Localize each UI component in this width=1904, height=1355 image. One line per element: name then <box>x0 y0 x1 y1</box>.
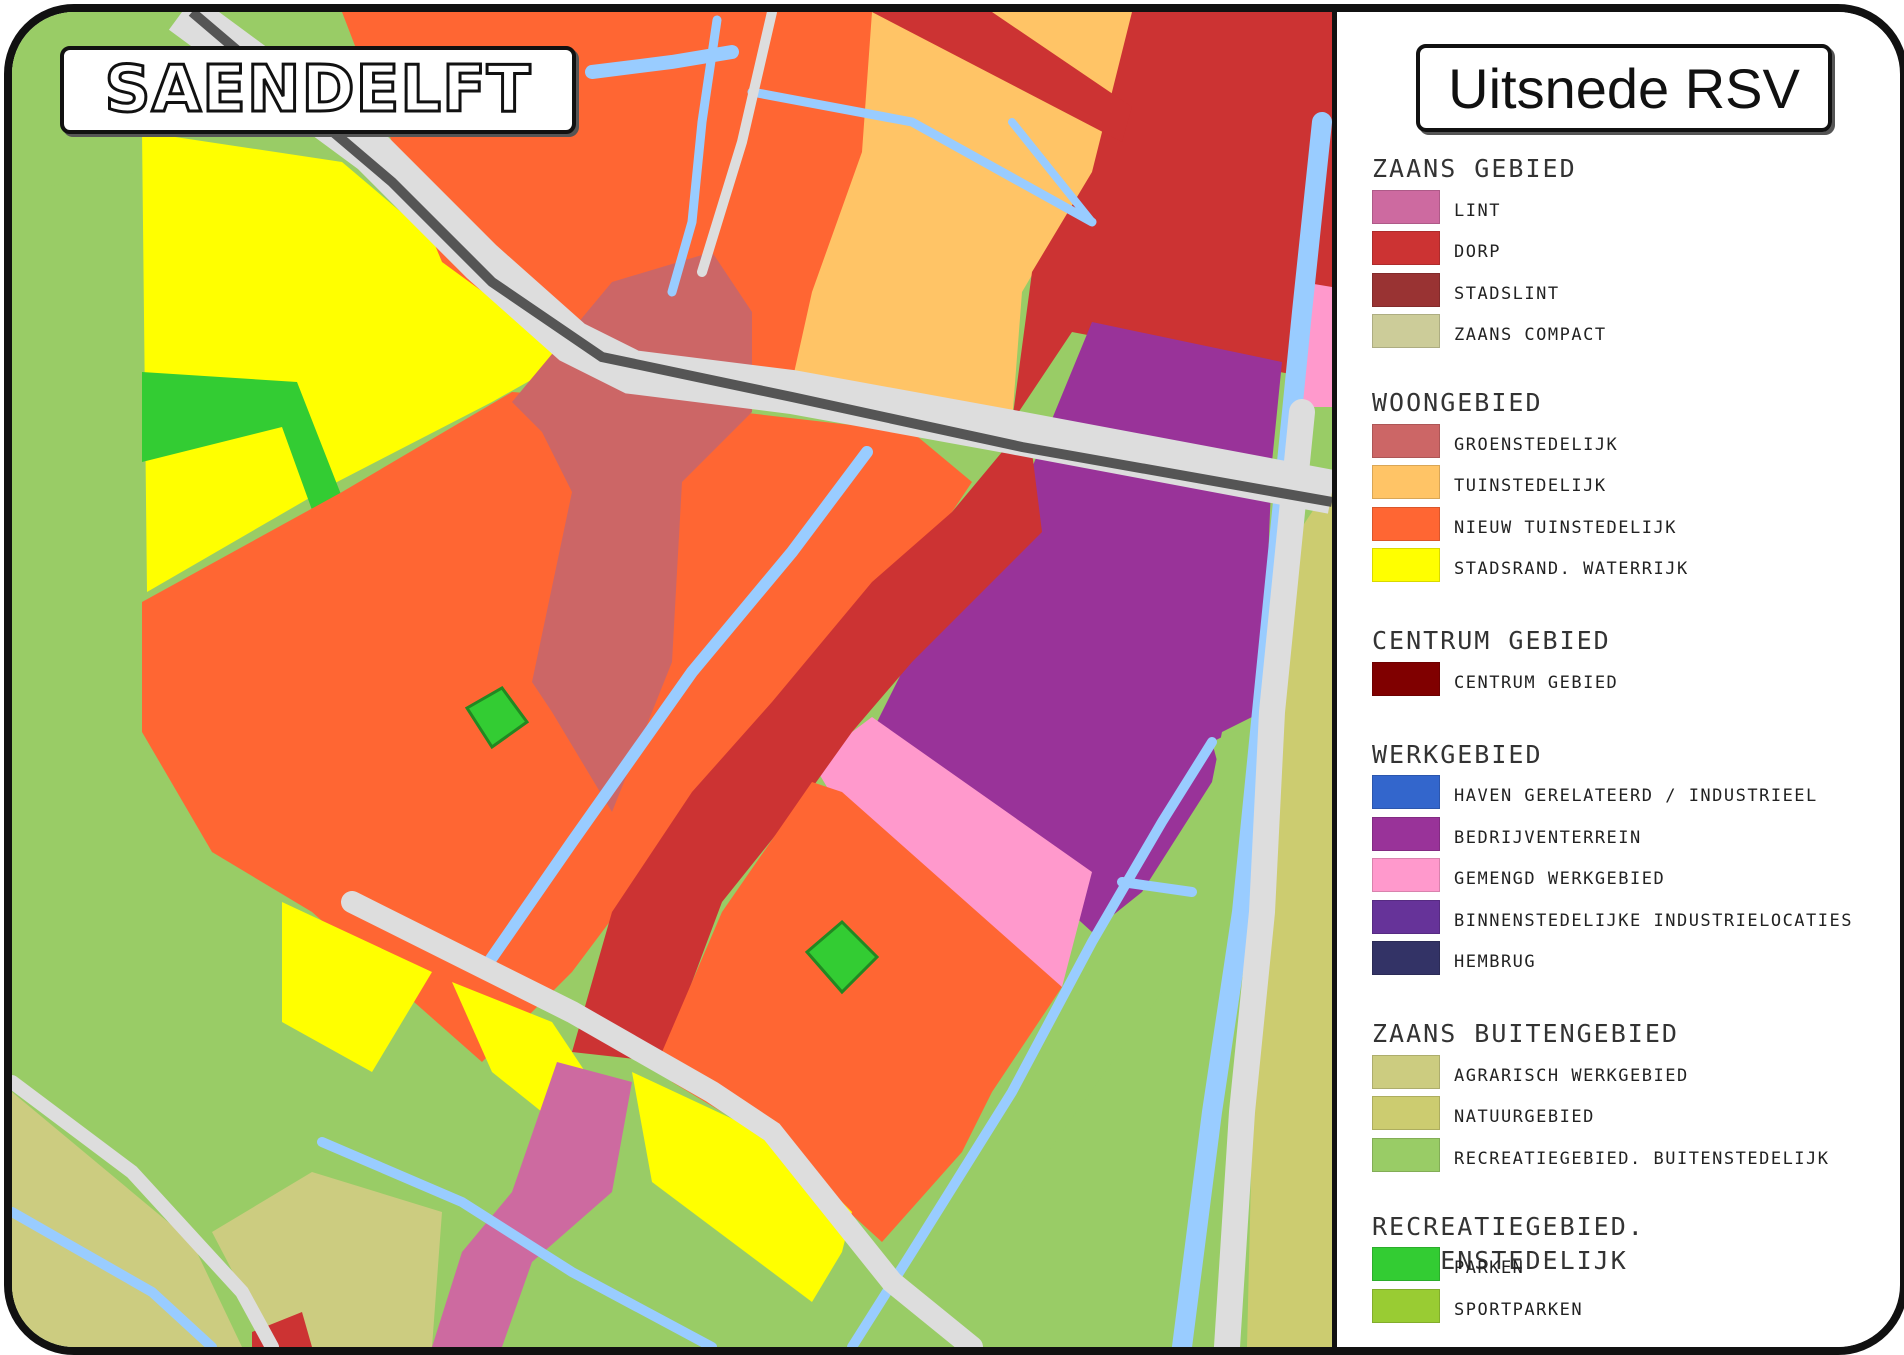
legend-item: HEMBRUG <box>1372 938 1892 980</box>
legend-label: STADSLINT <box>1454 283 1560 304</box>
legend-label: ZAANS COMPACT <box>1454 325 1607 346</box>
legend-heading: RECREATIEGEBIED. BINNENSTEDELIJK <box>1372 1211 1645 1275</box>
legend-item: DORP <box>1372 228 1892 270</box>
legend-swatch <box>1372 941 1440 976</box>
legend-heading: WOONGEBIED <box>1372 388 1543 417</box>
legend-label: SPORTPARKEN <box>1454 1299 1584 1320</box>
legend-item: HAVEN GERELATEERD / INDUSTRIEEL <box>1372 772 1892 814</box>
legend-swatch <box>1372 816 1440 851</box>
legend-label: GEMENGD WERKGEBIED <box>1454 869 1666 890</box>
legend-swatch <box>1372 506 1440 541</box>
legend-label: GROENSTEDELIJK <box>1454 434 1619 455</box>
legend-item: STADSLINT <box>1372 269 1892 311</box>
legend-swatch <box>1372 1247 1440 1282</box>
legend-label: HAVEN GERELATEERD / INDUSTRIEEL <box>1454 786 1818 807</box>
map-panel: SAENDELFT <box>12 12 1337 1347</box>
legend-swatch <box>1372 775 1440 810</box>
legend-swatch <box>1372 465 1440 500</box>
zoning-map[interactable] <box>12 12 1332 1347</box>
legend-heading: CENTRUM GEBIED <box>1372 626 1611 655</box>
legend-item: STADSRAND. WATERRIJK <box>1372 545 1892 587</box>
legend-item: TUINSTEDELIJK <box>1372 462 1892 504</box>
legend-swatch <box>1372 661 1440 696</box>
legend-item: BINNENSTEDELIJKE INDUSTRIELOCATIES <box>1372 896 1892 938</box>
legend-group: CENTRUM GEBIED CENTRUM GEBIED <box>1372 624 1892 700</box>
legend-item: AGRARISCH WERKGEBIED <box>1372 1051 1892 1093</box>
legend-swatch <box>1372 1096 1440 1131</box>
legend-heading: ZAANS GEBIED <box>1372 154 1577 183</box>
legend-item: SPORTPARKEN <box>1372 1285 1892 1327</box>
legend-swatch <box>1372 1137 1440 1172</box>
legend-label: AGRARISCH WERKGEBIED <box>1454 1065 1689 1086</box>
legend-swatch <box>1372 231 1440 266</box>
legend-label: BINNENSTEDELIJKE INDUSTRIELOCATIES <box>1454 910 1853 931</box>
legend-group: RECREATIEGEBIED. BINNENSTEDELIJK PARKEN SP… <box>1372 1210 1892 1327</box>
legend-label: STADSRAND. WATERRIJK <box>1454 559 1689 580</box>
legend-heading: ZAANS BUITENGEBIED <box>1372 1019 1679 1048</box>
legend-item: GROENSTEDELIJK <box>1372 420 1892 462</box>
legend-swatch <box>1372 1288 1440 1323</box>
legend-swatch <box>1372 189 1440 224</box>
legend-label: PARKEN <box>1454 1258 1525 1279</box>
legend-label: BEDRIJVENTERREIN <box>1454 827 1642 848</box>
legend-body: ZAANS GEBIED LINT DORP STADSLINT ZAANS COMPA… <box>1372 152 1892 1327</box>
legend-item: NIEUW TUINSTEDELIJK <box>1372 503 1892 545</box>
legend-group: WERKGEBIED HAVEN GERELATEERD / INDUSTRIEE… <box>1372 738 1892 980</box>
legend-label: TUINSTEDELIJK <box>1454 476 1607 497</box>
legend-swatch <box>1372 899 1440 934</box>
legend-item: ZAANS COMPACT <box>1372 311 1892 353</box>
legend-label: NIEUW TUINSTEDELIJK <box>1454 517 1677 538</box>
legend-label: LINT <box>1454 200 1501 221</box>
legend-item: RECREATIEGEBIED. BUITENSTEDELIJK <box>1372 1134 1892 1176</box>
legend-label: NATUURGEBIED <box>1454 1107 1595 1128</box>
legend-swatch <box>1372 1054 1440 1089</box>
map-title-box: SAENDELFT <box>60 46 576 134</box>
legend-heading: WERKGEBIED <box>1372 739 1543 769</box>
legend-swatch <box>1372 423 1440 458</box>
legend-swatch <box>1372 858 1440 893</box>
legend-swatch <box>1372 272 1440 307</box>
legend-swatch <box>1372 314 1440 349</box>
legend-swatch <box>1372 548 1440 583</box>
legend-title: Uitsnede RSV <box>1416 44 1832 132</box>
legend-label: RECREATIEGEBIED. BUITENSTEDELIJK <box>1454 1148 1830 1169</box>
legend-item: CENTRUM GEBIED <box>1372 658 1892 700</box>
legend-item: BEDRIJVENTERREIN <box>1372 813 1892 855</box>
legend-item: NATUURGEBIED <box>1372 1093 1892 1135</box>
legend-group: ZAANS BUITENGEBIED AGRARISCH WERKGEBIED NA… <box>1372 1017 1892 1176</box>
legend-item: GEMENGD WERKGEBIED <box>1372 855 1892 897</box>
legend-item: LINT <box>1372 186 1892 228</box>
legend-group: WOONGEBIED GROENSTEDELIJK TUINSTEDELIJK NIE… <box>1372 386 1892 586</box>
legend-label: HEMBRUG <box>1454 952 1537 973</box>
legend-panel: Uitsnede RSV ZAANS GEBIED LINT DORP STADSLI… <box>1342 12 1892 1347</box>
map-frame: SAENDELFT Uitsnede RSV ZAANS GEBIED LINT D… <box>4 4 1904 1355</box>
map-title: SAENDELFT <box>103 52 532 129</box>
legend-group: ZAANS GEBIED LINT DORP STADSLINT ZAANS COMPA… <box>1372 152 1892 352</box>
legend-label: CENTRUM GEBIED <box>1454 672 1619 693</box>
legend-label: DORP <box>1454 242 1501 263</box>
